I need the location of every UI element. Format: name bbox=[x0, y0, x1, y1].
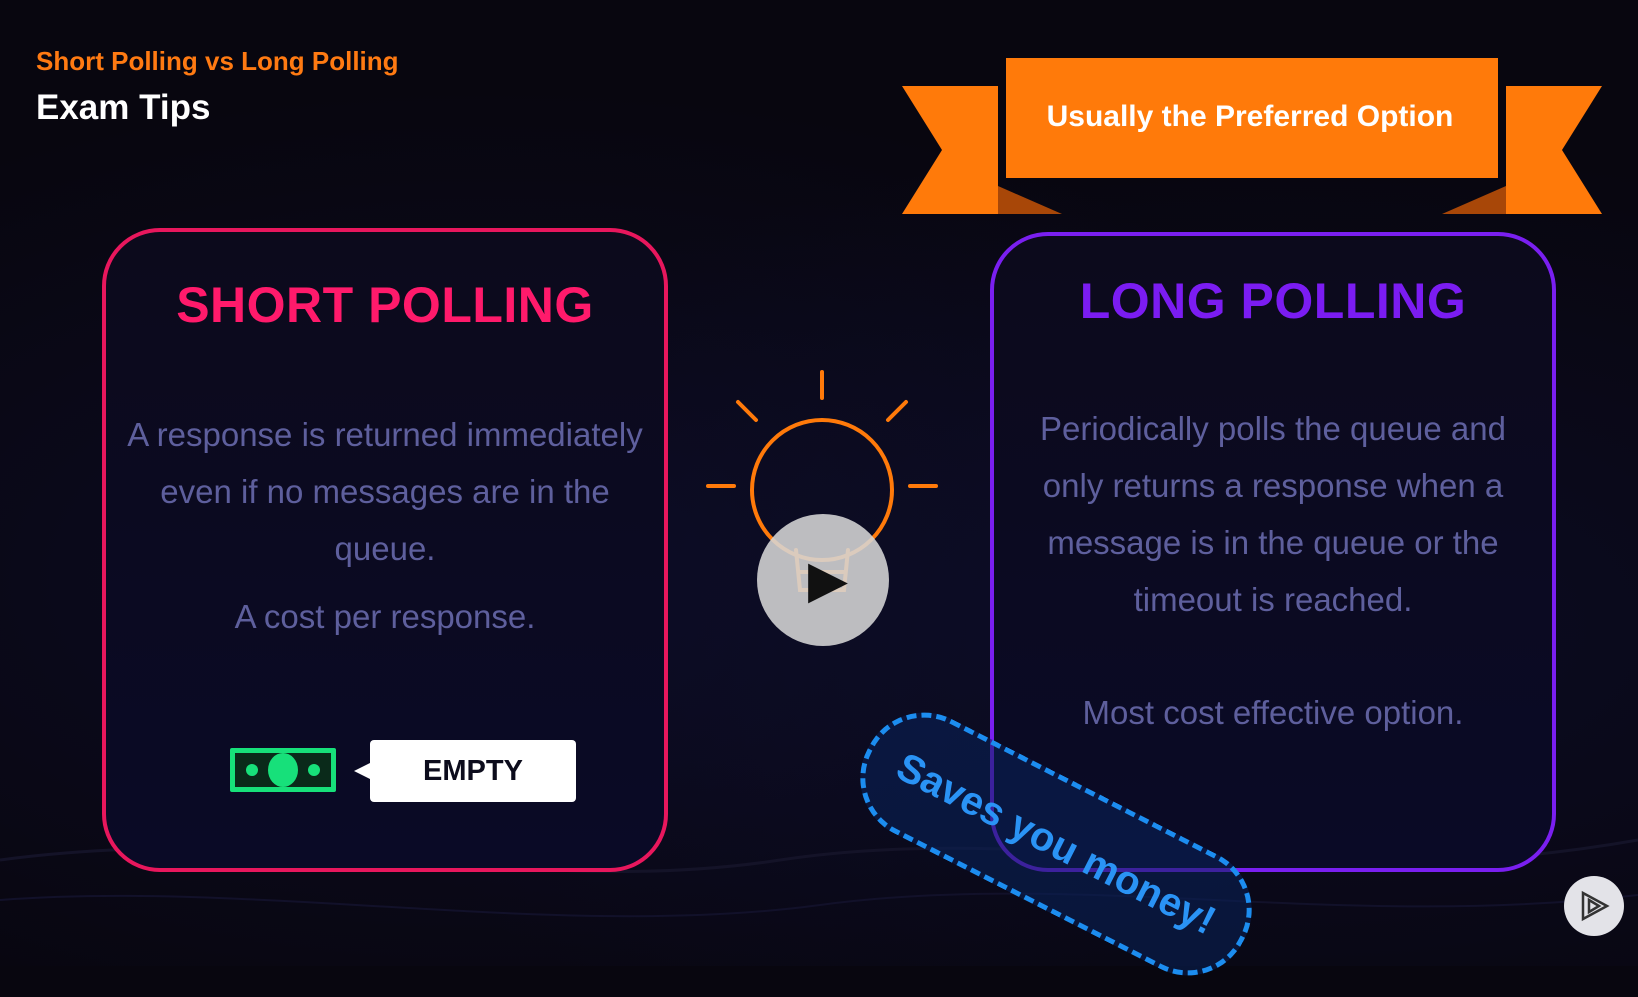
money-bill-icon bbox=[230, 748, 336, 792]
long-polling-card: LONG POLLING Periodically polls the queu… bbox=[990, 232, 1556, 872]
preferred-option-label: Usually the Preferred Option bbox=[1046, 100, 1454, 133]
long-polling-description: Periodically polls the queue and only re… bbox=[1040, 410, 1506, 618]
video-play-button[interactable]: ▶ bbox=[757, 514, 889, 646]
slide-title: Exam Tips bbox=[36, 88, 211, 127]
short-polling-description: A response is returned immediately even … bbox=[127, 416, 643, 567]
logo-play-triangles-icon bbox=[1581, 890, 1610, 922]
long-polling-heading: LONG POLLING bbox=[1079, 273, 1467, 329]
slide-subtitle: Short Polling vs Long Polling bbox=[36, 46, 399, 76]
short-polling-cost-note: A cost per response. bbox=[234, 598, 536, 635]
short-polling-heading: SHORT POLLING bbox=[176, 277, 594, 333]
empty-response-tag: EMPTY bbox=[354, 740, 576, 802]
long-polling-cost-note: Most cost effective option. bbox=[1082, 694, 1464, 731]
pluralsight-logo-icon[interactable] bbox=[1564, 876, 1624, 936]
play-icon: ▶ bbox=[808, 550, 848, 610]
short-polling-card: SHORT POLLING A response is returned imm… bbox=[102, 228, 668, 872]
